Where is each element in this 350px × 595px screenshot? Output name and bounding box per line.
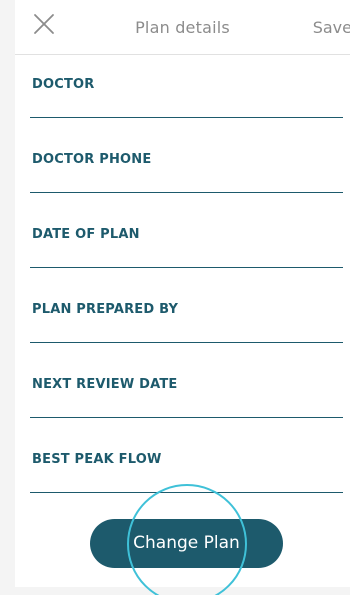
bottom-strip bbox=[0, 587, 350, 595]
next-review-date-field: NEXT REVIEW DATE bbox=[30, 377, 343, 418]
doctor-phone-input[interactable] bbox=[30, 174, 343, 192]
plan-prepared-by-field: PLAN PREPARED BY bbox=[30, 302, 343, 343]
save-button[interactable]: Save bbox=[313, 18, 350, 37]
best-peak-flow-field: BEST PEAK FLOW bbox=[30, 452, 343, 493]
plan-prepared-by-label: PLAN PREPARED BY bbox=[32, 302, 179, 317]
doctor-phone-field: DOCTOR PHONE bbox=[30, 152, 343, 193]
change-plan-button[interactable]: Change Plan bbox=[90, 519, 283, 568]
date-of-plan-label: DATE OF PLAN bbox=[32, 227, 140, 242]
next-review-date-label: NEXT REVIEW DATE bbox=[32, 377, 178, 392]
date-of-plan-input[interactable] bbox=[30, 249, 343, 267]
best-peak-flow-input[interactable] bbox=[30, 474, 343, 492]
page-title: Plan details bbox=[135, 18, 230, 37]
top-bar: Plan details Save bbox=[15, 0, 350, 55]
plan-prepared-by-input[interactable] bbox=[30, 324, 343, 342]
date-of-plan-field: DATE OF PLAN bbox=[30, 227, 343, 268]
left-gutter bbox=[0, 0, 15, 595]
doctor-field: DOCTOR bbox=[30, 77, 343, 118]
doctor-input[interactable] bbox=[30, 99, 343, 117]
plan-details-screen: Plan details Save DOCTOR DOCTOR PHONE DA… bbox=[0, 0, 350, 595]
next-review-date-input[interactable] bbox=[30, 399, 343, 417]
doctor-label: DOCTOR bbox=[32, 77, 95, 92]
best-peak-flow-label: BEST PEAK FLOW bbox=[32, 452, 162, 467]
doctor-phone-label: DOCTOR PHONE bbox=[32, 152, 152, 167]
